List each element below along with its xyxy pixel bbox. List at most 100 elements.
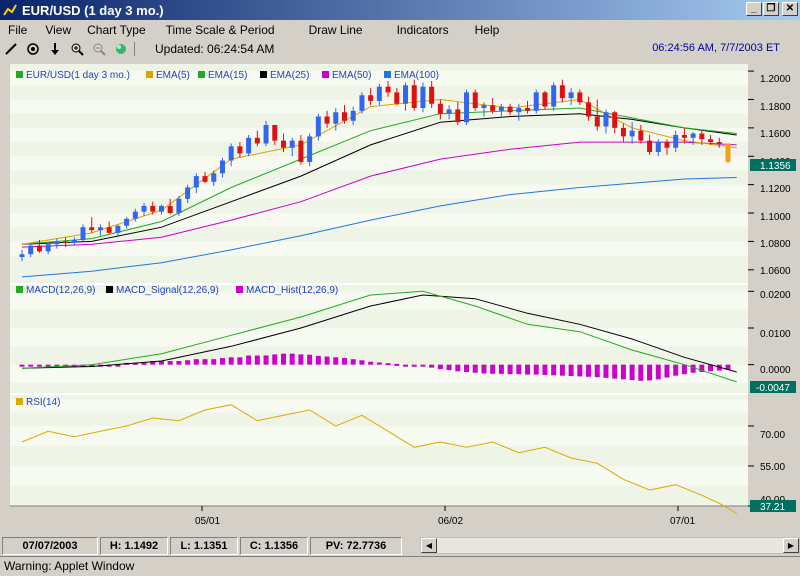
macd-hist-bar: [219, 358, 225, 365]
draw-line-icon[interactable]: [0, 40, 22, 58]
legend-swatch: [322, 71, 329, 78]
price-band: [10, 213, 748, 228]
candle-body: [420, 86, 426, 108]
scroll-right-icon[interactable]: ▶: [783, 538, 799, 553]
price-band: [10, 241, 748, 256]
updated-time: Updated: 06:24:54 AM: [155, 42, 275, 56]
zoom-in-icon[interactable]: [66, 40, 88, 58]
horizontal-scrollbar[interactable]: ◀ ▶: [420, 537, 800, 554]
price-band: [10, 184, 748, 199]
menu-view[interactable]: View: [45, 23, 71, 37]
macd-tick-label: 0.0000: [760, 365, 791, 376]
candle-body: [507, 106, 513, 113]
macd-hist-bar: [341, 358, 347, 365]
maximize-button[interactable]: ❐: [763, 2, 779, 16]
macd-hist-bar: [690, 364, 696, 373]
menu-time-scale[interactable]: Time Scale & Period: [166, 23, 275, 37]
candle-body: [411, 85, 417, 108]
candle-body: [106, 227, 112, 233]
refresh-icon[interactable]: [110, 40, 132, 58]
price-band: [10, 127, 748, 143]
window-title: EUR/USD (1 day 3 mo.): [22, 2, 164, 18]
candle-body: [359, 95, 365, 111]
menu-chart-type[interactable]: Chart Type: [87, 23, 145, 37]
arrow-down-icon[interactable]: [44, 40, 66, 58]
macd-hist-bar: [368, 361, 374, 365]
candle-body: [403, 85, 409, 104]
candle-body: [333, 112, 339, 124]
close-button[interactable]: ✕: [782, 2, 798, 16]
legend-macd-signal: MACD_Signal(12,26,9): [116, 285, 219, 296]
candle-body: [211, 173, 217, 182]
status-close: C: 1.1356: [240, 537, 308, 555]
zoom-out-icon[interactable]: [88, 40, 110, 58]
legend-swatch: [198, 71, 205, 78]
macd-hist-bar: [237, 357, 243, 365]
candle-body: [124, 218, 130, 226]
macd-hist-bar: [620, 364, 626, 380]
rsi-band: [10, 399, 748, 413]
chart-area[interactable]: EUR/USD(1 day 3 mo.) EMA(5) EMA(15) EMA(…: [0, 58, 800, 536]
macd-hist-bar: [681, 364, 687, 375]
legend-macd-hist: MACD_Hist(12,26,9): [246, 285, 338, 296]
macd-hist-bar: [246, 355, 252, 365]
macd-hist-bar: [28, 364, 34, 367]
rsi-tick-label: 70.00: [760, 430, 785, 441]
menu-help[interactable]: Help: [475, 23, 500, 37]
candle-body: [446, 109, 452, 114]
macd-hist-bar: [507, 364, 513, 375]
macd-last-value: -0.0047: [756, 383, 790, 394]
candle-body: [150, 205, 156, 212]
status-high: H: 1.1492: [100, 537, 168, 555]
candle-body: [498, 106, 504, 111]
candle-body: [132, 211, 138, 219]
minimize-button[interactable]: _: [746, 2, 762, 16]
candle-body: [464, 92, 470, 123]
macd-hist-bar: [228, 357, 234, 365]
legend-ema5: EMA(5): [156, 70, 190, 81]
candle-body: [263, 125, 269, 144]
menu-file[interactable]: File: [8, 23, 27, 37]
macd-hist-bar: [289, 353, 295, 365]
candle-body: [176, 198, 182, 214]
legend-swatch: [16, 398, 23, 405]
macd-hist-bar: [263, 355, 269, 365]
candle-body: [167, 205, 173, 214]
macd-hist-bar: [167, 361, 173, 365]
candle-body: [115, 225, 121, 233]
candle-body: [394, 92, 400, 104]
x-tick-label: 07/01: [670, 516, 695, 527]
macd-hist-bar: [472, 364, 478, 373]
price-tick-label: 1.2000: [760, 74, 791, 85]
candle-body: [690, 133, 696, 138]
candle-body: [54, 241, 60, 245]
macd-hist-bar: [254, 355, 260, 365]
candle-body: [254, 137, 260, 144]
macd-hist-bar: [211, 359, 217, 365]
candle-body: [638, 130, 644, 141]
candle-body: [368, 95, 374, 101]
legend-swatch: [236, 286, 243, 293]
crosshair-icon[interactable]: [22, 40, 44, 58]
candle-body: [350, 110, 356, 121]
candle-body: [603, 112, 609, 127]
scroll-left-icon[interactable]: ◀: [421, 538, 437, 553]
macd-hist-bar: [324, 356, 330, 365]
macd-hist-bar: [437, 364, 443, 370]
macd-hist-bar: [185, 360, 191, 365]
menu-draw-line[interactable]: Draw Line: [309, 23, 363, 37]
macd-hist-bar: [464, 364, 470, 372]
menu-indicators[interactable]: Indicators: [397, 23, 449, 37]
macd-hist-bar: [298, 354, 304, 365]
status-date: 07/07/2003: [2, 537, 98, 555]
candle-body: [36, 245, 42, 252]
candle-body: [237, 146, 243, 154]
price-tick-label: 1.1200: [760, 184, 791, 195]
macd-hist-bar: [403, 364, 409, 367]
macd-hist-bar: [542, 364, 548, 375]
macd-hist-bar: [280, 353, 286, 365]
macd-hist-bar: [359, 360, 365, 365]
macd-hist-bar: [516, 364, 522, 375]
macd-hist-bar: [490, 364, 496, 374]
macd-hist-bar: [420, 364, 426, 367]
